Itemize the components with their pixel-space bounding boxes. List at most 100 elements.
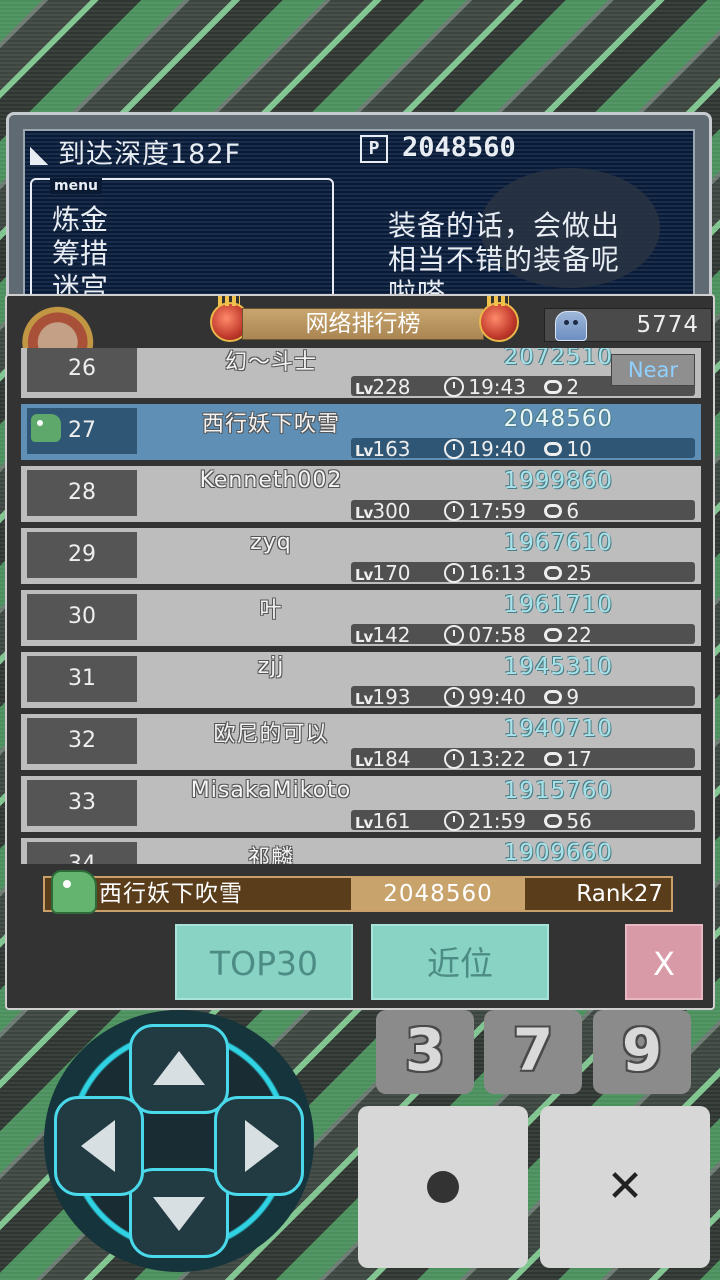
number-key-3[interactable]: 3 [376, 1010, 474, 1094]
ranking-row[interactable]: 26 幻～斗士 2072510 Lv228 19:43 2 Near [21, 348, 701, 398]
leaderboard-title: 网络排行榜 [242, 308, 484, 340]
player-name: zjj [257, 654, 285, 679]
cross-icon: ✕ [606, 1161, 644, 1212]
player-score: 1915760 [503, 778, 613, 804]
points-indicator: P 2048560 [360, 132, 516, 163]
player-score: 1967610 [503, 530, 613, 556]
play-time: 19:40 [468, 437, 526, 461]
player-stats: Lv193 99:40 9 [351, 685, 695, 709]
rank-number: 26 [27, 348, 137, 392]
player-stats: Lv300 17:59 6 [351, 499, 695, 523]
loop-count: 25 [566, 561, 592, 585]
player-stats: Lv163 19:40 10 [351, 437, 695, 461]
player-stats: Lv142 07:58 22 [351, 624, 695, 646]
player-name: MisakaMikoto [190, 778, 352, 803]
rank-number: 33 [27, 780, 137, 826]
play-time: 13:22 [468, 747, 526, 771]
dpad-right-button[interactable] [214, 1096, 304, 1196]
number-key-7[interactable]: 7 [484, 1010, 582, 1094]
ranking-row[interactable]: 31 zjj 1945310 Lv193 99:40 9 [21, 652, 701, 708]
points-value: 2048560 [402, 132, 516, 163]
player-score: 1940710 [503, 716, 613, 742]
play-time: 21:59 [468, 809, 526, 833]
loop-icon [544, 690, 563, 704]
player-score: 1945310 [503, 654, 613, 680]
number-key-9[interactable]: 9 [593, 1010, 691, 1094]
circle-icon [427, 1171, 459, 1203]
loop-count: 9 [566, 685, 580, 709]
depth-indicator: 到达深度182F [30, 132, 241, 171]
level-label: Lv [355, 442, 373, 460]
loop-count: 6 [566, 499, 580, 523]
self-rank-bar: 西行妖下吹雪 2048560 Rank27 [43, 870, 673, 914]
arrow-up-icon [153, 1051, 205, 1085]
dpad-down-button[interactable] [129, 1168, 229, 1258]
online-count: 5774 [636, 312, 699, 338]
ranking-row[interactable]: 28 Kenneth002 1999860 Lv300 17:59 6 [21, 466, 701, 522]
clock-icon [444, 687, 465, 707]
rank-number: 30 [27, 594, 137, 640]
player-stats: Lv161 21:59 56 [351, 809, 695, 833]
ranking-row[interactable]: 33 MisakaMikoto 1915760 Lv161 21:59 56 [21, 776, 701, 832]
ranking-row[interactable]: 32 欧尼的可以 1940710 Lv184 13:22 17 [21, 714, 701, 770]
player-name: Kenneth002 [199, 468, 343, 493]
dpad-left-button[interactable] [54, 1096, 144, 1196]
play-time: 16:13 [468, 561, 526, 585]
level-label: Lv [355, 752, 373, 770]
player-stats: Lv184 13:22 17 [351, 747, 695, 771]
ranking-row[interactable]: 30 叶 1961710 Lv142 07:58 22 [21, 590, 701, 646]
player-level: 184 [372, 747, 411, 771]
ranking-row[interactable]: 34 祁麟 1909660 [21, 838, 701, 864]
player-score: 1961710 [503, 592, 613, 618]
player-level: 300 [372, 499, 411, 523]
points-icon: P [360, 134, 388, 163]
clock-icon [444, 377, 465, 397]
confirm-button[interactable] [358, 1106, 528, 1268]
level-label: Lv [355, 380, 373, 398]
play-time: 19:43 [468, 375, 526, 399]
level-label: Lv [355, 690, 373, 708]
player-stats: Lv170 16:13 25 [351, 561, 695, 585]
nearby-button[interactable]: 近位 [371, 924, 549, 1000]
clock-icon [444, 501, 465, 521]
player-level: 163 [372, 437, 411, 461]
player-score: 1999860 [503, 468, 613, 494]
near-button[interactable]: Near [611, 354, 695, 386]
ranking-row[interactable]: 27 西行妖下吹雪 2048560 Lv163 19:40 10 [21, 404, 701, 460]
player-score: 2072510 [503, 348, 613, 370]
rank-number: 29 [27, 532, 137, 578]
loop-icon [544, 504, 563, 518]
dpad-up-button[interactable] [129, 1024, 229, 1114]
ranking-row[interactable]: 29 zyq 1967610 Lv170 16:13 25 [21, 528, 701, 584]
depth-label: 到达深度182F [58, 139, 242, 170]
online-counter: 5774 [544, 308, 712, 342]
loop-count: 56 [566, 809, 592, 833]
players-icon [555, 311, 587, 341]
player-level: 161 [372, 809, 411, 833]
clock-icon [444, 439, 465, 459]
player-level: 170 [372, 561, 411, 585]
cancel-button[interactable]: ✕ [540, 1106, 710, 1268]
level-label: Lv [355, 628, 373, 646]
clock-icon [444, 563, 465, 583]
ranking-list[interactable]: 26 幻～斗士 2072510 Lv228 19:43 2 Near 27 西行妖下吹雪 2048… [21, 348, 705, 864]
clock-icon [444, 625, 465, 645]
loop-count: 2 [566, 375, 580, 399]
arrow-right-icon [245, 1120, 279, 1172]
rank-number: 32 [27, 718, 137, 764]
loop-icon [544, 752, 563, 766]
player-level: 193 [372, 685, 411, 709]
loop-count: 17 [566, 747, 592, 771]
level-label: Lv [355, 504, 373, 522]
play-time: 17:59 [468, 499, 526, 523]
level-label: Lv [355, 814, 373, 832]
close-button[interactable]: X [625, 924, 703, 1000]
player-score: 1909660 [503, 840, 613, 864]
clock-icon [444, 749, 465, 769]
player-name: 叶 [259, 598, 283, 623]
loop-icon [544, 814, 563, 828]
top30-button[interactable]: TOP30 [175, 924, 353, 1000]
clock-icon [444, 811, 465, 831]
menu-title: menu [50, 178, 103, 194]
player-avatar [51, 870, 97, 914]
